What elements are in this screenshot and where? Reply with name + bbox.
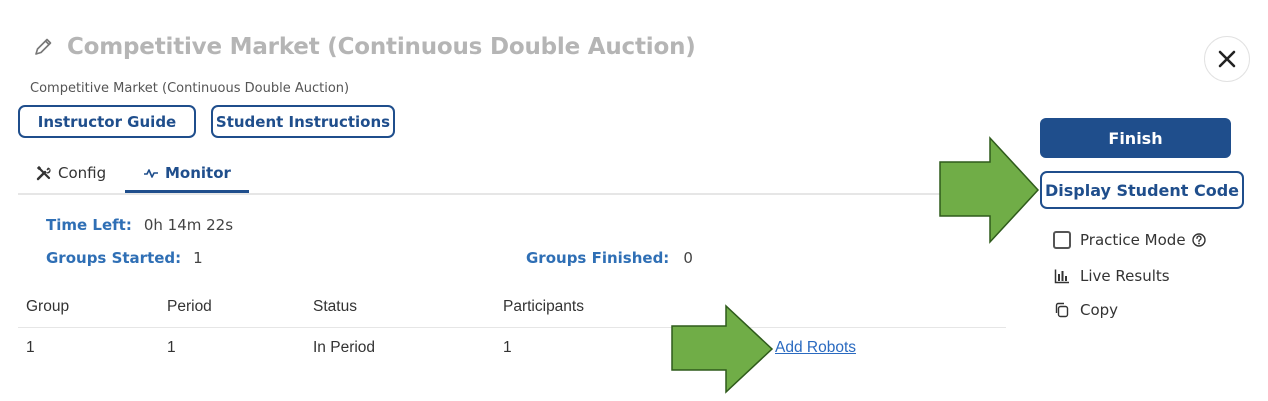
live-results-label: Live Results (1080, 267, 1170, 285)
add-robots-link[interactable]: Add Robots (775, 339, 856, 357)
copy-option[interactable]: Copy (1053, 301, 1118, 319)
right-arrow-annotation (939, 136, 1040, 244)
column-header-participants: Participants (503, 298, 584, 315)
tab-config-label: Config (58, 164, 107, 182)
instructor-guide-button[interactable]: Instructor Guide (18, 105, 196, 138)
page-title: Competitive Market (Continuous Double Au… (67, 34, 696, 60)
cell-group: 1 (26, 339, 35, 356)
cell-participants: 1 (503, 339, 512, 356)
finish-button[interactable]: Finish (1040, 118, 1231, 158)
cell-status: In Period (313, 339, 376, 356)
live-results-option[interactable]: Live Results (1053, 267, 1170, 285)
close-button[interactable] (1204, 36, 1250, 82)
time-left-value: 0h 14m 22s (143, 216, 234, 234)
tab-config[interactable]: Config (36, 155, 106, 191)
tab-bar: Config Monitor (18, 155, 1006, 195)
time-left-label: Time Left: (46, 216, 132, 234)
tab-monitor[interactable]: Monitor (125, 155, 249, 193)
pencil-icon[interactable] (32, 36, 54, 58)
close-icon (1218, 50, 1236, 68)
groups-started-label: Groups Started: (46, 249, 182, 267)
column-header-status: Status (313, 298, 357, 315)
groups-started-row: Groups Started: 1 (46, 249, 203, 267)
column-header-period: Period (167, 298, 212, 315)
column-header-group: Group (26, 298, 70, 315)
help-icon[interactable] (1191, 233, 1206, 247)
right-arrow-annotation (671, 304, 774, 394)
tools-icon (36, 165, 51, 181)
groups-finished-row: Groups Finished: 0 (526, 249, 693, 267)
groups-started-value: 1 (193, 249, 203, 267)
copy-label: Copy (1080, 301, 1119, 319)
display-student-code-button[interactable]: Display Student Code (1040, 171, 1244, 209)
student-instructions-button[interactable]: Student Instructions (211, 105, 395, 138)
time-left-row: Time Left: 0h 14m 22s (46, 216, 233, 234)
table-divider (18, 327, 1006, 328)
page-subtitle: Competitive Market (Continuous Double Au… (30, 81, 350, 96)
groups-finished-label: Groups Finished: (526, 249, 670, 267)
title-row: Competitive Market (Continuous Double Au… (32, 34, 696, 60)
cell-period: 1 (167, 339, 176, 356)
copy-icon (1053, 301, 1071, 319)
practice-mode-option[interactable]: Practice Mode (1053, 231, 1206, 249)
tab-monitor-label: Monitor (165, 163, 231, 182)
practice-mode-checkbox[interactable] (1053, 231, 1071, 249)
pulse-icon (144, 168, 158, 178)
practice-mode-label: Practice Mode (1080, 231, 1186, 249)
groups-finished-value: 0 (683, 249, 693, 267)
bar-chart-icon (1053, 267, 1071, 285)
